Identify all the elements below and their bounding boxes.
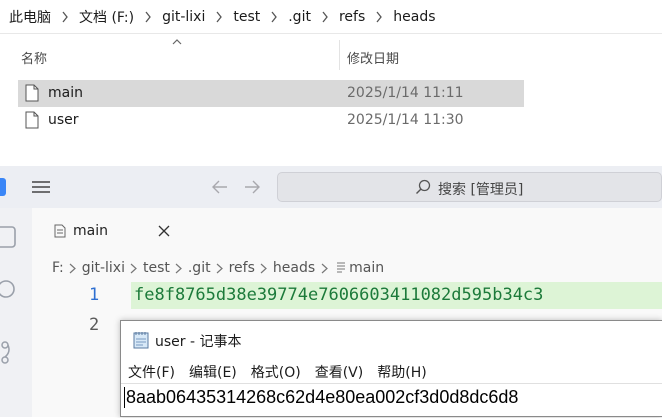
path-segment-current[interactable]: main xyxy=(349,260,384,276)
breadcrumb-item-heads[interactable]: heads xyxy=(390,9,438,25)
chevron-right-icon xyxy=(211,263,229,274)
path-segment[interactable]: F: xyxy=(52,260,64,276)
left-activity-rail xyxy=(0,208,32,417)
classic-notepad-window: user - 记事本 文件(F) 编辑(E) 格式(O) 查看(V) 帮助(H)… xyxy=(120,320,662,417)
text-area[interactable]: 8aab06435314268c62d4e80ea002cf3d0d8dc6d8 xyxy=(121,383,662,418)
chevron-right-icon xyxy=(255,263,273,274)
file-row-main[interactable]: main 2025/1/14 11:11 xyxy=(18,80,524,107)
file-icon xyxy=(25,111,39,129)
column-header-date-modified[interactable]: 修改日期 xyxy=(347,48,399,67)
title-bar[interactable]: user - 记事本 xyxy=(121,321,662,359)
tab-label: main xyxy=(73,223,108,239)
file-row-user[interactable]: user 2025/1/14 11:30 xyxy=(18,107,524,134)
menu-format[interactable]: 格式(O) xyxy=(244,359,308,383)
file-name: main xyxy=(48,85,83,101)
code-line-text[interactable]: fe8f8765d38e39774e7606603411082d595b34c3 xyxy=(134,285,543,305)
breadcrumb: 此电脑 文档 (F:) git-lixi test .git refs head… xyxy=(0,0,662,34)
path-segment[interactable]: heads xyxy=(273,260,315,276)
line-number: 2 xyxy=(89,315,100,335)
chevron-right-icon[interactable] xyxy=(208,10,230,24)
sort-ascending-icon xyxy=(172,39,182,45)
search-input[interactable]: 搜索 [管理员] xyxy=(277,172,662,202)
menu-bar: 文件(F) 编辑(E) 格式(O) 查看(V) 帮助(H) xyxy=(121,359,434,383)
chevron-right-icon xyxy=(315,263,333,274)
breadcrumb-item-this-pc[interactable]: 此电脑 xyxy=(6,7,54,27)
path-segment[interactable]: test xyxy=(143,260,170,276)
line-number: 1 xyxy=(89,285,100,305)
breadcrumb-item-test[interactable]: test xyxy=(230,9,263,25)
chevron-right-icon[interactable] xyxy=(137,10,159,24)
file-explorer-window: 此电脑 文档 (F:) git-lixi test .git refs head… xyxy=(0,0,662,168)
chevron-right-icon xyxy=(125,263,143,274)
circle-icon[interactable] xyxy=(0,278,18,300)
text-content: 8aab06435314268c62d4e80ea002cf3d0d8dc6d8 xyxy=(124,387,519,408)
forward-arrow-icon[interactable] xyxy=(243,179,261,195)
document-icon xyxy=(54,224,66,238)
file-date: 2025/1/14 11:30 xyxy=(347,112,464,128)
search-placeholder: 搜索 [管理员] xyxy=(438,182,524,198)
chevron-right-icon[interactable] xyxy=(368,10,390,24)
back-arrow-icon[interactable] xyxy=(211,179,229,195)
chevron-right-icon[interactable] xyxy=(54,10,76,24)
window-title: user - 记事本 xyxy=(155,334,242,350)
notepad-icon xyxy=(132,331,150,349)
menu-help[interactable]: 帮助(H) xyxy=(370,359,433,383)
menu-file[interactable]: 文件(F) xyxy=(121,359,182,383)
pages-icon[interactable] xyxy=(0,224,18,250)
breadcrumb-item-git[interactable]: .git xyxy=(285,9,314,25)
chevron-right-icon xyxy=(64,263,82,274)
tab-main[interactable]: main xyxy=(44,216,186,248)
breadcrumb-item-refs[interactable]: refs xyxy=(336,9,368,25)
file-date: 2025/1/14 11:11 xyxy=(347,85,464,101)
app-icon xyxy=(0,178,6,196)
chevron-right-icon[interactable] xyxy=(314,10,336,24)
chevron-right-icon xyxy=(170,263,188,274)
title-bar: 搜索 [管理员] xyxy=(0,166,662,208)
column-header-row: 名称 修改日期 xyxy=(0,34,662,76)
search-icon xyxy=(415,179,431,195)
path-segment[interactable]: git-lixi xyxy=(82,260,125,276)
file-path-breadcrumb: F: git-lixi test .git refs heads main xyxy=(52,258,384,278)
path-segment[interactable]: refs xyxy=(229,260,255,276)
breadcrumb-item-git-lixi[interactable]: git-lixi xyxy=(159,9,208,25)
branch-icon[interactable] xyxy=(0,338,18,368)
close-icon[interactable] xyxy=(158,225,170,237)
column-header-name[interactable]: 名称 xyxy=(21,48,47,67)
file-name: user xyxy=(48,112,79,128)
column-divider[interactable] xyxy=(339,40,340,70)
breadcrumb-item-drive[interactable]: 文档 (F:) xyxy=(76,7,137,27)
document-icon xyxy=(333,262,349,274)
path-segment[interactable]: .git xyxy=(188,260,211,276)
hamburger-menu-icon[interactable] xyxy=(31,180,51,194)
chevron-right-icon[interactable] xyxy=(263,10,285,24)
menu-view[interactable]: 查看(V) xyxy=(308,359,371,383)
menu-edit[interactable]: 编辑(E) xyxy=(182,359,244,383)
file-icon xyxy=(25,84,39,102)
